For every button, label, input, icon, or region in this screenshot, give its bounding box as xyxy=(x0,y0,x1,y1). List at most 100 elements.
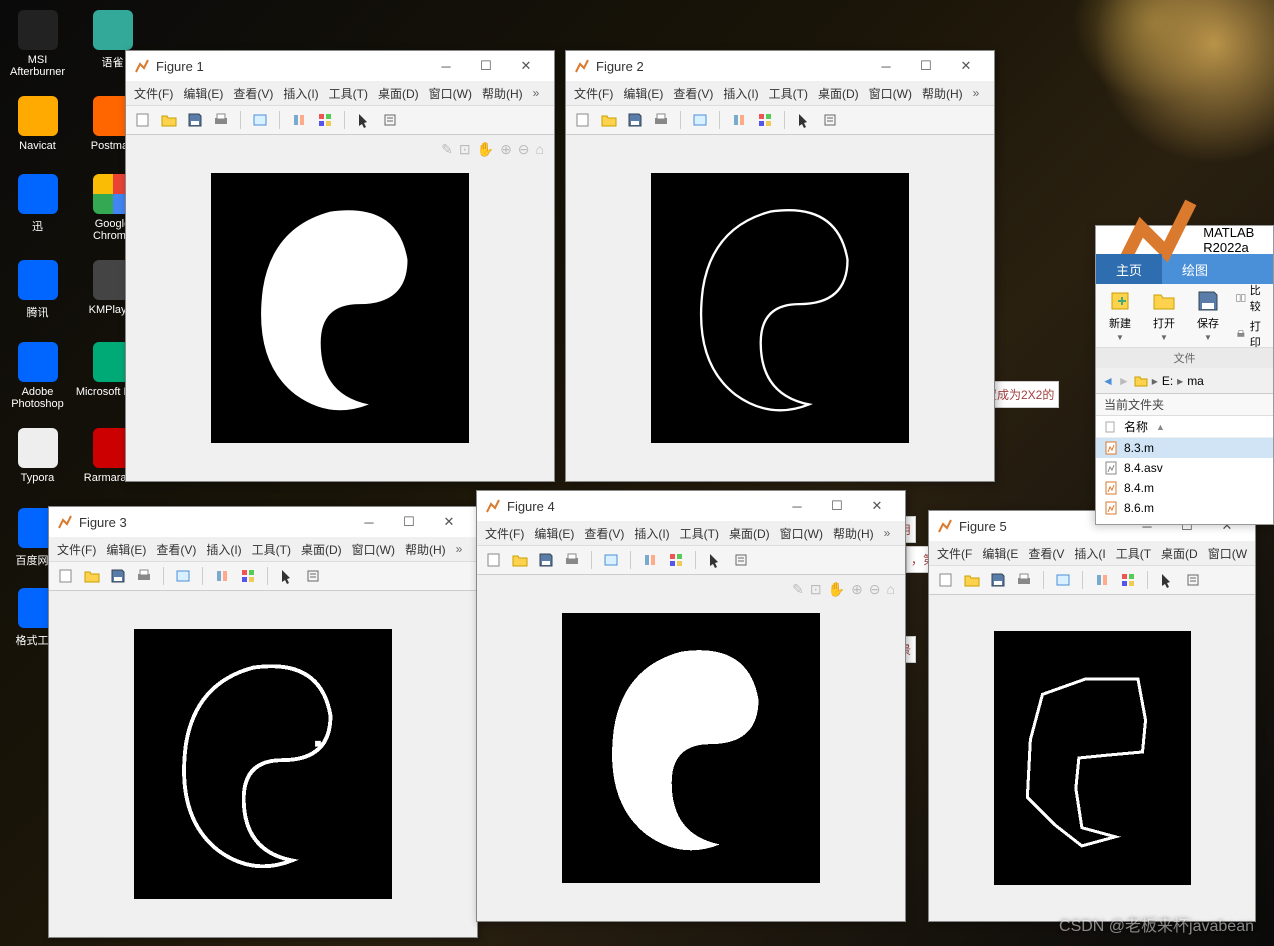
desktop-icon[interactable]: Navicat xyxy=(0,84,75,164)
menu-item[interactable]: 帮助(H) xyxy=(478,83,527,104)
desktop-icon[interactable]: Typora xyxy=(0,416,75,496)
insert-button[interactable] xyxy=(819,109,841,131)
desktop-icon[interactable]: 腾讯 xyxy=(0,250,75,330)
open-button[interactable] xyxy=(81,565,103,587)
link-button[interactable] xyxy=(689,109,711,131)
menu-item[interactable]: 查看(V) xyxy=(580,523,628,544)
close-button[interactable]: ✕ xyxy=(857,492,897,520)
menu-overflow-icon[interactable]: » xyxy=(969,86,984,100)
zoom-out-icon[interactable]: ⊖ xyxy=(869,581,881,598)
save-button[interactable] xyxy=(107,565,129,587)
menu-item[interactable]: 查看(V) xyxy=(229,83,277,104)
insert-button[interactable] xyxy=(302,565,324,587)
name-column-header[interactable]: 名称 ▲ xyxy=(1096,416,1273,438)
figure-titlebar[interactable]: Figure 3 ─ ☐ ✕ xyxy=(49,507,477,537)
menu-item[interactable]: 文件(F) xyxy=(130,83,177,104)
figure-titlebar[interactable]: Figure 1 ─ ☐ ✕ xyxy=(126,51,554,81)
pointer-button[interactable] xyxy=(704,549,726,571)
datatip-icon[interactable]: ⊡ xyxy=(810,581,822,598)
menu-item[interactable]: 查看(V xyxy=(1024,543,1068,564)
menu-item[interactable]: 编辑(E) xyxy=(179,83,227,104)
menu-item[interactable]: 帮助(H) xyxy=(829,523,878,544)
zoom-out-icon[interactable]: ⊖ xyxy=(518,141,530,158)
menu-item[interactable]: 工具(T) xyxy=(765,83,812,104)
save-button[interactable] xyxy=(184,109,206,131)
print-button[interactable] xyxy=(650,109,672,131)
menu-item[interactable]: 工具(T) xyxy=(325,83,372,104)
menu-item[interactable]: 窗口(W xyxy=(1204,543,1251,564)
file-list-item[interactable]: 8.6.m xyxy=(1096,498,1273,518)
maximize-button[interactable]: ☐ xyxy=(466,52,506,80)
print-button[interactable] xyxy=(561,549,583,571)
ribbon-open[interactable]: 打开 ▼ xyxy=(1148,287,1180,344)
pointer-button[interactable] xyxy=(353,109,375,131)
menu-item[interactable]: 窗口(W) xyxy=(425,83,476,104)
open-button[interactable] xyxy=(961,569,983,591)
print-button[interactable] xyxy=(1013,569,1035,591)
nav-back-icon[interactable]: ◄ xyxy=(1102,374,1114,388)
colorbar-button[interactable] xyxy=(237,565,259,587)
menu-item[interactable]: 桌面(D) xyxy=(725,523,774,544)
desktop-icon[interactable]: Adobe Photoshop xyxy=(0,336,75,416)
tab-home[interactable]: 主页 xyxy=(1096,254,1162,284)
path-folder[interactable]: ma xyxy=(1187,374,1204,388)
new-figure-button[interactable] xyxy=(483,549,505,571)
menu-item[interactable]: 编辑(E xyxy=(978,543,1022,564)
menu-item[interactable]: 工具(T) xyxy=(676,523,723,544)
minimize-button[interactable]: ─ xyxy=(426,52,466,80)
insert-button[interactable] xyxy=(379,109,401,131)
zoom-in-icon[interactable]: ⊕ xyxy=(500,141,512,158)
ribbon-save[interactable]: 保存 ▼ xyxy=(1192,287,1224,344)
maximize-button[interactable]: ☐ xyxy=(906,52,946,80)
menu-item[interactable]: 帮助(H xyxy=(1253,543,1255,564)
menu-item[interactable]: 窗口(W) xyxy=(776,523,827,544)
menu-item[interactable]: 文件(F) xyxy=(53,539,100,560)
link-button[interactable] xyxy=(172,565,194,587)
ribbon-print[interactable]: 打印 xyxy=(1236,318,1265,350)
data-cursor-button[interactable] xyxy=(639,549,661,571)
menu-overflow-icon[interactable]: » xyxy=(880,526,895,540)
open-button[interactable] xyxy=(598,109,620,131)
desktop-icon[interactable]: 迅 xyxy=(0,164,75,244)
menu-item[interactable]: 桌面(D xyxy=(1157,543,1202,564)
menu-item[interactable]: 插入(I xyxy=(1070,543,1109,564)
close-button[interactable]: ✕ xyxy=(946,52,986,80)
pointer-button[interactable] xyxy=(793,109,815,131)
menu-item[interactable]: 工具(T xyxy=(1112,543,1155,564)
menu-item[interactable]: 插入(I) xyxy=(279,83,322,104)
home-icon[interactable]: ⌂ xyxy=(887,581,895,598)
data-cursor-button[interactable] xyxy=(728,109,750,131)
data-cursor-button[interactable] xyxy=(211,565,233,587)
path-drive[interactable]: E: xyxy=(1162,374,1173,388)
save-button[interactable] xyxy=(624,109,646,131)
file-list-item[interactable]: 8.4.m xyxy=(1096,478,1273,498)
new-figure-button[interactable] xyxy=(132,109,154,131)
new-figure-button[interactable] xyxy=(572,109,594,131)
ribbon-compare[interactable]: 比较 xyxy=(1236,282,1265,314)
pointer-button[interactable] xyxy=(1156,569,1178,591)
menu-item[interactable]: 插入(I) xyxy=(630,523,673,544)
colorbar-button[interactable] xyxy=(1117,569,1139,591)
new-figure-button[interactable] xyxy=(935,569,957,591)
menu-item[interactable]: 编辑(E) xyxy=(619,83,667,104)
menu-item[interactable]: 插入(I) xyxy=(202,539,245,560)
menu-item[interactable]: 工具(T) xyxy=(248,539,295,560)
maximize-button[interactable]: ☐ xyxy=(389,508,429,536)
menu-item[interactable]: 窗口(W) xyxy=(865,83,916,104)
menu-item[interactable]: 窗口(W) xyxy=(348,539,399,560)
home-icon[interactable]: ⌂ xyxy=(536,141,544,158)
figure-titlebar[interactable]: Figure 2 ─ ☐ ✕ xyxy=(566,51,994,81)
maximize-button[interactable]: ☐ xyxy=(817,492,857,520)
pan-icon[interactable]: ✋ xyxy=(477,141,494,158)
colorbar-button[interactable] xyxy=(754,109,776,131)
pan-icon[interactable]: ✋ xyxy=(828,581,845,598)
data-cursor-button[interactable] xyxy=(288,109,310,131)
zoom-in-icon[interactable]: ⊕ xyxy=(851,581,863,598)
file-list-item[interactable]: 8.3.m xyxy=(1096,438,1273,458)
menu-item[interactable]: 文件(F) xyxy=(481,523,528,544)
menu-item[interactable]: 文件(F xyxy=(933,543,976,564)
link-button[interactable] xyxy=(600,549,622,571)
open-button[interactable] xyxy=(158,109,180,131)
tab-plots[interactable]: 绘图 xyxy=(1162,254,1228,284)
link-button[interactable] xyxy=(249,109,271,131)
